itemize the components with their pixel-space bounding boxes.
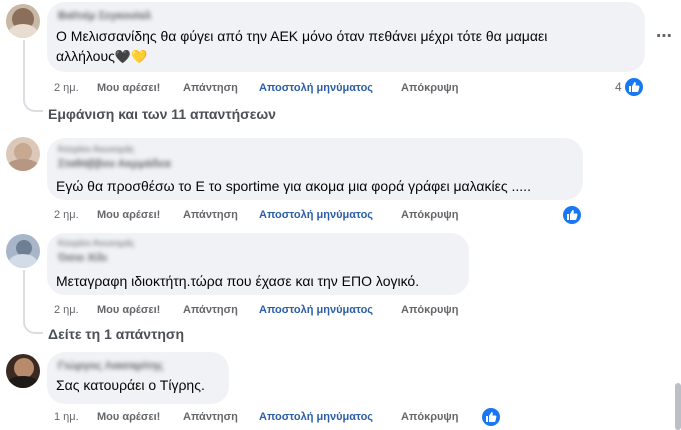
comment-text: Σας κατουράει ο Τίγρης.: [56, 377, 205, 393]
thread-connector: [23, 94, 43, 112]
comment-author-context: Κουρίου Ανωνυμάς: [58, 144, 135, 154]
ellipsis-icon[interactable]: ⋯: [656, 26, 673, 46]
thread-line: [23, 40, 25, 98]
thread-line: [23, 270, 25, 320]
send-message-button[interactable]: Αποστολή μηνύματος: [259, 82, 373, 94]
comment-time[interactable]: 2 ημ.: [54, 209, 79, 221]
comment-author[interactable]: Όσιο Χίλι: [58, 252, 107, 264]
like-reaction-icon[interactable]: [482, 408, 500, 426]
hide-button[interactable]: Απόκρυψη: [401, 82, 458, 94]
comment-author[interactable]: Σταθάββου Ακρμάδεα: [58, 158, 171, 170]
avatar[interactable]: [6, 4, 40, 38]
hearts-emoji: 🖤💛: [114, 49, 148, 64]
hide-button[interactable]: Απόκρυψη: [401, 209, 458, 221]
comment-actions: 1 ημ. Μου αρέσει! Απάντηση Αποστολή μηνύ…: [54, 411, 474, 425]
reply-button[interactable]: Απάντηση: [183, 82, 238, 94]
comment-author[interactable]: Γιώργος Λιασαρίτης: [58, 360, 163, 372]
reply-button[interactable]: Απάντηση: [183, 304, 238, 316]
avatar[interactable]: [6, 354, 40, 388]
like-button[interactable]: Μου αρέσει!: [97, 209, 160, 221]
reaction-count[interactable]: 4: [615, 80, 622, 94]
comment-text-line2: αλλήλους🖤💛: [56, 46, 147, 67]
like-button[interactable]: Μου αρέσει!: [97, 304, 160, 316]
comment-author-context: Κουρίου Ανωνυμάς: [58, 238, 135, 248]
scrollbar-thumb[interactable]: [675, 383, 681, 430]
view-replies-link[interactable]: Εμφάνιση και των 11 απαντήσεων: [48, 106, 276, 122]
comment-actions: 2 ημ. Μου αρέσει! Απάντηση Αποστολή μηνύ…: [54, 82, 474, 96]
comment-actions: 2 ημ. Μου αρέσει! Απάντηση Αποστολή μηνύ…: [54, 304, 474, 318]
hide-button[interactable]: Απόκρυψη: [401, 411, 458, 423]
comment-time[interactable]: 2 ημ.: [54, 82, 79, 94]
comment-author[interactable]: Βαϊτιέμ Σεγκουίαλ: [58, 10, 151, 22]
send-message-button[interactable]: Αποστολή μηνύματος: [259, 411, 373, 423]
comment-text: Μεταγραφη ιδιοκτήτη.τώρα που έχασε και τ…: [56, 273, 420, 289]
send-message-button[interactable]: Αποστολή μηνύματος: [259, 209, 373, 221]
comment-time[interactable]: 2 ημ.: [54, 304, 79, 316]
send-message-button[interactable]: Αποστολή μηνύματος: [259, 304, 373, 316]
like-button[interactable]: Μου αρέσει!: [97, 411, 160, 423]
like-reaction-icon[interactable]: [563, 206, 581, 224]
like-button[interactable]: Μου αρέσει!: [97, 82, 160, 94]
comment-text: Ο Μελισσανίδης θα φύγει από την ΑΕΚ μόνο…: [56, 28, 548, 44]
comment-actions: 2 ημ. Μου αρέσει! Απάντηση Αποστολή μηνύ…: [54, 209, 474, 223]
reply-button[interactable]: Απάντηση: [183, 209, 238, 221]
avatar[interactable]: [6, 137, 40, 171]
comment-text: Εγώ θα προσθέσω το Ε το sportime για ακο…: [56, 178, 531, 194]
like-reaction-icon: [625, 78, 643, 96]
avatar[interactable]: [6, 234, 40, 268]
hide-button[interactable]: Απόκρυψη: [401, 304, 458, 316]
reply-button[interactable]: Απάντηση: [183, 411, 238, 423]
comment-text-continued: αλλήλους: [56, 48, 115, 64]
thread-connector: [23, 316, 43, 334]
comment-time[interactable]: 1 ημ.: [54, 411, 79, 423]
view-replies-link[interactable]: Δείτε τη 1 απάντηση: [48, 326, 184, 342]
